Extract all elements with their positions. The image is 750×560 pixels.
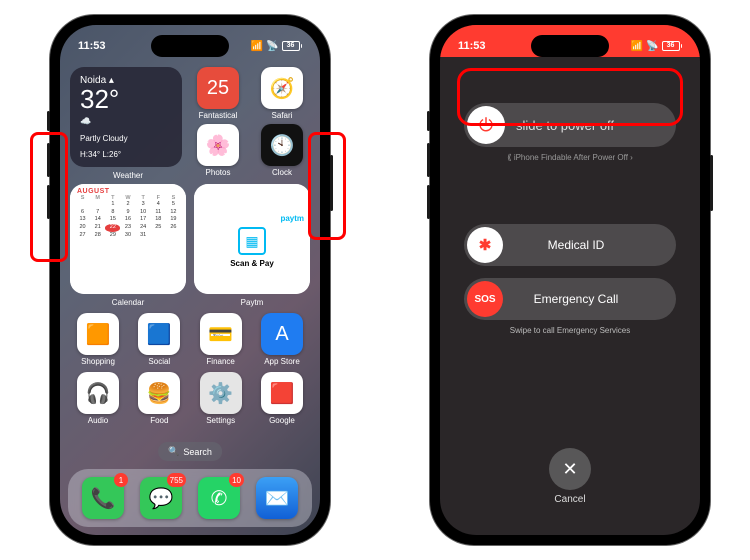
- battery-indicator: 36: [282, 41, 303, 51]
- weather-hilo: H:34° L:26°: [80, 150, 172, 159]
- app-label: Google: [269, 416, 295, 425]
- signal-icon: 📶: [251, 41, 263, 52]
- weather-cond-icon: ☁️: [80, 116, 172, 127]
- asterisk-icon: ✱: [467, 227, 503, 263]
- home-screen: 11:53 📶 📡 36 Noida ▴ 32° ☁️: [60, 25, 320, 535]
- app-settings[interactable]: ⚙️ Settings: [193, 372, 249, 425]
- search-button[interactable]: 🔍 Search: [158, 442, 222, 461]
- emergency-caption: Swipe to call Emergency Services: [510, 326, 631, 335]
- paytm-widget[interactable]: paytm ▦ Scan & Pay: [194, 184, 310, 294]
- app-label: Social: [148, 357, 170, 366]
- dock-mail[interactable]: ✉️: [256, 477, 298, 519]
- app-label: App Store: [264, 357, 300, 366]
- status-time: 11:53: [78, 40, 106, 52]
- paytm-action: Scan & Pay: [230, 259, 274, 268]
- medical-id-label: Medical ID: [506, 238, 676, 252]
- dynamic-island: [531, 35, 609, 57]
- badge: 1: [114, 473, 128, 487]
- close-icon: ✕: [562, 459, 577, 480]
- wifi-icon: 📡: [266, 41, 278, 52]
- sos-icon: SOS: [467, 281, 503, 317]
- app-social[interactable]: 🟦 Social: [131, 313, 187, 366]
- flower-icon: 🌸: [197, 124, 239, 166]
- app-label: Shopping: [81, 357, 115, 366]
- side-power-button[interactable]: [710, 155, 713, 211]
- search-label: Search: [183, 447, 212, 457]
- mail-icon: ✉️: [256, 477, 298, 519]
- folder-icon: 🍔: [138, 372, 180, 414]
- annotation-power-slider: [457, 68, 683, 126]
- weather-temp: 32°: [80, 86, 172, 112]
- dynamic-island: [151, 35, 229, 57]
- status-time: 11:53: [458, 40, 486, 52]
- mute-switch[interactable]: [427, 111, 430, 131]
- signal-icon: 📶: [631, 41, 643, 52]
- cancel-label: Cancel: [554, 494, 585, 505]
- findable-link[interactable]: ⟪ iPhone Findable After Power Off ›: [507, 153, 633, 162]
- folder-icon: ⚙️: [200, 372, 242, 414]
- wifi-icon: 📡: [646, 41, 658, 52]
- app-fantastical[interactable]: 25 Fantastical: [190, 67, 246, 120]
- weather-cond: Partly Cloudy: [80, 134, 172, 143]
- emergency-call-label: Emergency Call: [506, 292, 676, 306]
- folder-icon: 🟧: [77, 313, 119, 355]
- search-icon: 🔍: [168, 446, 179, 457]
- annotation-volume-buttons: [30, 132, 68, 262]
- folder-icon: A: [261, 313, 303, 355]
- calendar-widget-label: Calendar: [70, 298, 186, 307]
- compass-icon: 🧭: [261, 67, 303, 109]
- iphone-left: 11:53 📶 📡 36 Noida ▴ 32° ☁️: [50, 15, 330, 545]
- weather-widget-label: Weather: [70, 171, 186, 180]
- dock-messages[interactable]: 💬 755: [140, 477, 182, 519]
- clock-icon: 🕙: [261, 124, 303, 166]
- app-label: Audio: [88, 416, 108, 425]
- app-finance[interactable]: 💳 Finance: [193, 313, 249, 366]
- app-shopping[interactable]: 🟧 Shopping: [70, 313, 126, 366]
- app-label: Food: [150, 416, 168, 425]
- calendar-icon: 25: [197, 67, 239, 109]
- app-food[interactable]: 🍔 Food: [131, 372, 187, 425]
- folder-icon: 🟦: [138, 313, 180, 355]
- dock: 📞 1 💬 755 ✆ 10 ✉️: [68, 469, 312, 527]
- calendar-widget[interactable]: AUGUST SMTWTFS12345678910111213141516171…: [70, 184, 186, 294]
- folder-icon: 💳: [200, 313, 242, 355]
- emergency-call-slider[interactable]: SOS Emergency Call: [464, 278, 676, 320]
- volume-up-button[interactable]: [427, 143, 430, 177]
- battery-indicator: 36: [662, 41, 683, 51]
- dock-whatsapp[interactable]: ✆ 10: [198, 477, 240, 519]
- app-label: Settings: [206, 416, 235, 425]
- app-audio[interactable]: 🎧 Audio: [70, 372, 126, 425]
- dock-phone[interactable]: 📞 1: [82, 477, 124, 519]
- annotation-side-button: [308, 132, 346, 240]
- app-google[interactable]: 🟥 Google: [254, 372, 310, 425]
- mute-switch[interactable]: [47, 111, 50, 131]
- app-safari[interactable]: 🧭 Safari: [254, 67, 310, 120]
- paytm-widget-label: Paytm: [194, 298, 310, 307]
- app-label: Finance: [206, 357, 234, 366]
- badge: 10: [229, 473, 244, 487]
- app-app-store[interactable]: A App Store: [254, 313, 310, 366]
- paytm-logo: paytm: [280, 214, 304, 223]
- folder-icon: 🎧: [77, 372, 119, 414]
- weather-widget[interactable]: Noida ▴ 32° ☁️ Partly Cloudy H:34° L:26°: [70, 67, 182, 167]
- folder-icon: 🟥: [261, 372, 303, 414]
- cancel-button[interactable]: ✕: [549, 448, 591, 490]
- medical-id-slider[interactable]: ✱ Medical ID: [464, 224, 676, 266]
- qr-icon: ▦: [238, 227, 266, 255]
- calendar-month: AUGUST: [75, 188, 181, 195]
- badge: 755: [167, 473, 186, 487]
- volume-down-button[interactable]: [427, 185, 430, 219]
